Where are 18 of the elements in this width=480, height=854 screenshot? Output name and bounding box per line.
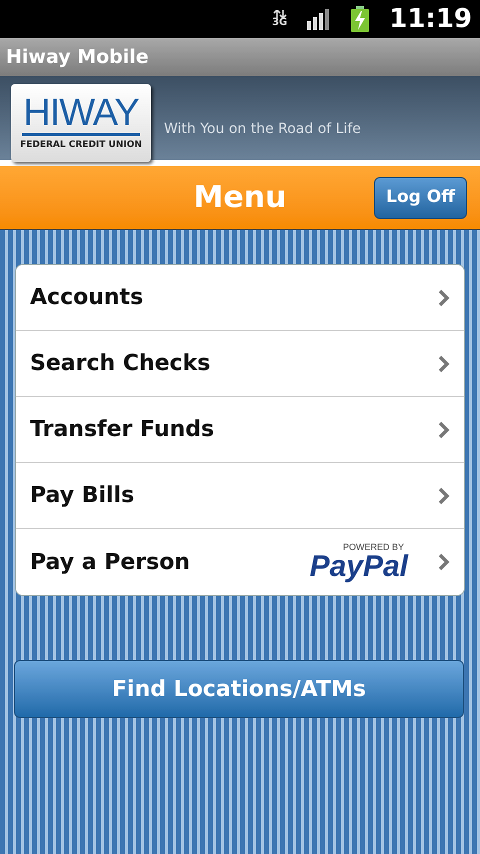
menu-item[interactable]: Accounts xyxy=(16,265,464,331)
page-title: Menu xyxy=(194,179,286,217)
chevron-right-icon xyxy=(438,420,450,438)
badge-wordmark: PayPal xyxy=(310,552,408,582)
logo-subtitle: FEDERAL CREDIT UNION xyxy=(20,139,142,152)
clock-time: 11:19 xyxy=(389,2,472,36)
chevron-right-icon xyxy=(438,354,450,372)
tagline: With You on the Road of Life xyxy=(164,120,361,138)
signal-icon xyxy=(307,8,332,30)
find-locations-button[interactable]: Find Locations/ATMs xyxy=(14,660,464,718)
badge-caption: POWERED BY xyxy=(342,542,404,552)
logo-wordmark: HIWAY xyxy=(23,93,139,134)
chevron-right-icon xyxy=(438,553,450,571)
log-off-button[interactable]: Log Off xyxy=(374,177,467,219)
chevron-right-icon xyxy=(438,486,450,504)
window-title: Hiway Mobile xyxy=(6,44,149,70)
chevron-right-icon xyxy=(438,288,450,306)
battery-charging-icon xyxy=(351,6,370,32)
